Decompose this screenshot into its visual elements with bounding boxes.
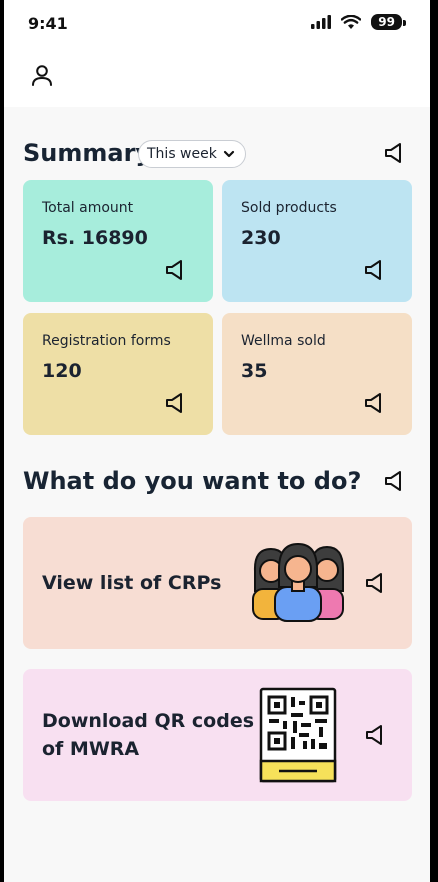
speaker-icon[interactable] [363, 723, 387, 747]
speaker-icon[interactable] [362, 258, 386, 282]
download-qr-label: Download QR codes of MWRA [42, 707, 254, 763]
stat-label: Sold products [241, 200, 337, 216]
battery-icon: 99 [371, 14, 406, 30]
status-icons: 99 [311, 14, 406, 30]
stat-label: Wellma sold [241, 333, 326, 349]
women-group-icon [252, 543, 344, 622]
download-qr-label-line2: of MWRA [42, 738, 140, 760]
speaker-icon[interactable] [163, 258, 187, 282]
app-screen: 9:41 99 Summary This week Total amount R… [4, 0, 430, 882]
signal-icon [311, 15, 332, 29]
chevron-down-icon [223, 150, 234, 158]
stat-label: Registration forms [42, 333, 171, 349]
actions-title: What do you want to do? [23, 467, 362, 495]
profile-icon[interactable] [30, 63, 54, 87]
period-value: This week [147, 146, 217, 162]
stat-card-registration-forms[interactable]: Registration forms 120 [23, 313, 213, 435]
speaker-icon[interactable] [382, 469, 406, 493]
qr-code-icon [259, 687, 337, 783]
download-qr-label-line1: Download QR codes [42, 710, 255, 732]
speaker-icon[interactable] [363, 571, 387, 595]
stat-card-total-amount[interactable]: Total amount Rs. 16890 [23, 180, 213, 302]
status-time: 9:41 [28, 14, 68, 33]
speaker-icon[interactable] [362, 391, 386, 415]
stat-label: Total amount [42, 200, 134, 216]
stat-value: 35 [241, 360, 268, 382]
stat-value: 120 [42, 360, 82, 382]
stat-card-sold-products[interactable]: Sold products 230 [222, 180, 412, 302]
view-crps-card[interactable]: View list of CRPs [23, 517, 412, 649]
stat-card-wellma-sold[interactable]: Wellma sold 35 [222, 313, 412, 435]
wifi-icon [341, 14, 362, 29]
download-qr-card[interactable]: Download QR codes of MWRA [23, 669, 412, 801]
speaker-icon[interactable] [163, 391, 187, 415]
speaker-icon[interactable] [382, 141, 406, 165]
summary-title: Summary [23, 139, 152, 167]
stat-value: Rs. 16890 [42, 227, 148, 249]
view-crps-label: View list of CRPs [42, 572, 222, 594]
period-dropdown[interactable]: This week [138, 140, 246, 168]
stat-value: 230 [241, 227, 281, 249]
